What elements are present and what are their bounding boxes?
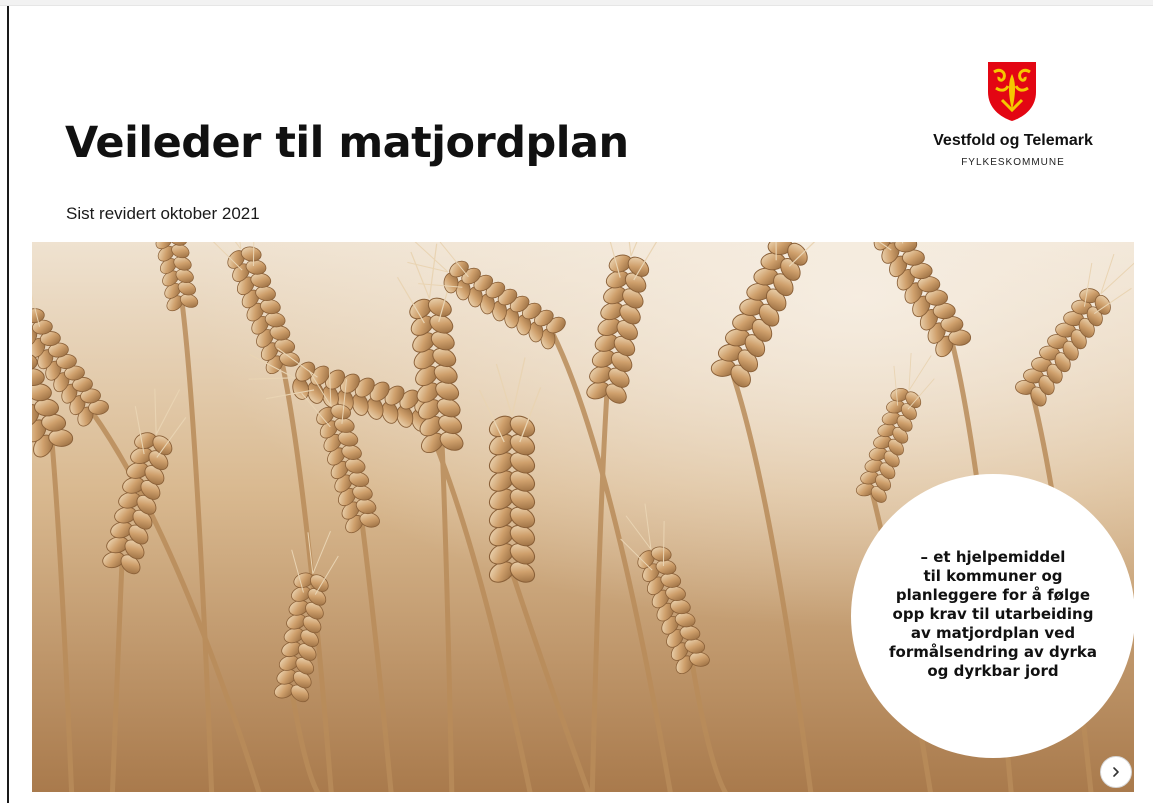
revision-date: Sist revidert oktober 2021 xyxy=(66,204,260,223)
county-subtitle: FYLKESKOMMUNE xyxy=(961,157,1065,168)
tagline-text: – et hjelpemiddel til kommuner og planle… xyxy=(889,547,1097,680)
document-title: Veileder til matjordplan xyxy=(65,118,629,168)
county-name: Vestfold og Telemark xyxy=(933,132,1093,149)
next-page-button[interactable] xyxy=(1100,756,1132,788)
tagline-bubble: – et hjelpemiddel til kommuner og planle… xyxy=(851,474,1135,758)
chevron-right-icon xyxy=(1113,767,1119,777)
top-border xyxy=(0,0,1153,6)
left-border xyxy=(7,6,9,803)
coat-of-arms-icon xyxy=(988,62,1036,121)
county-logo: Vestfold og Telemark FYLKESKOMMUNE xyxy=(918,60,1118,175)
